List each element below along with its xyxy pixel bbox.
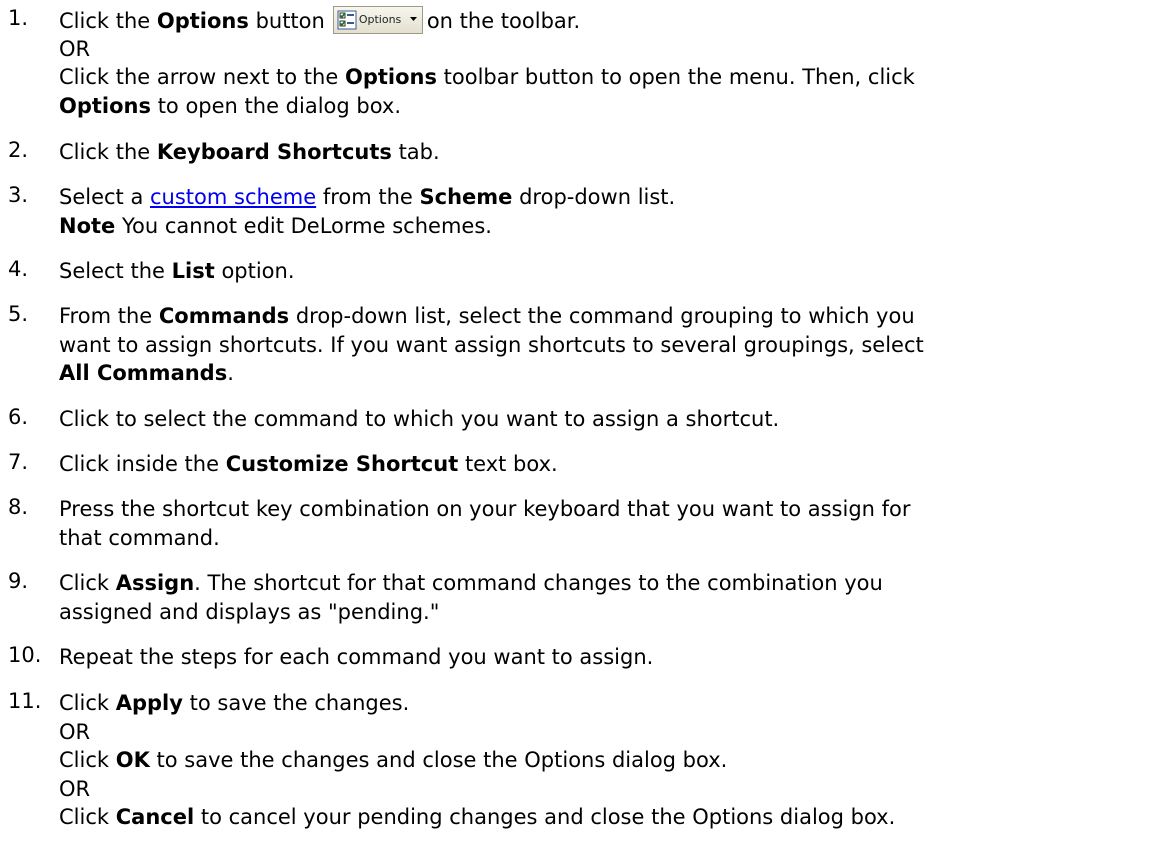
step-text: From the (59, 304, 153, 328)
dropdown-arrow-icon (409, 17, 417, 21)
apply-label: Apply (115, 691, 183, 715)
step-line: Click to select the command to which you… (59, 407, 780, 431)
step-number: 6. (8, 405, 29, 429)
scheme-label: Scheme (419, 185, 513, 209)
step-text: to open the dialog box. (157, 93, 402, 118)
step-text: Select the (59, 259, 165, 283)
step-number: 4. (8, 257, 29, 281)
step-text: on the toolbar. (426, 9, 581, 33)
or-text: OR (59, 776, 91, 801)
step-number: 9. (8, 569, 29, 593)
step-text: to cancel your pending changes and close… (200, 805, 896, 829)
options-button-label: Options (358, 13, 402, 26)
step-body: Click inside the Customize Shortcut text… (59, 450, 1159, 479)
step-text: Click (59, 691, 110, 715)
commands-label: Commands (158, 304, 290, 328)
step-body: Select a custom scheme from the Scheme d… (59, 183, 1159, 240)
step-text: text box. (464, 452, 558, 476)
step-line: All Commands. (59, 359, 1159, 388)
cancel-label: Cancel (115, 805, 195, 829)
step-number: 1. (8, 6, 29, 30)
step-text: Click the arrow next to the (59, 65, 339, 89)
step-line: Click the Options button Options on the to… (59, 6, 1159, 35)
step-body: Click Assign. The shortcut for that comm… (59, 569, 1159, 626)
options-toolbar-button[interactable]: Options (332, 6, 423, 34)
ok-label: OK (115, 748, 150, 772)
step-line: Select a custom scheme from the Scheme d… (59, 183, 1159, 212)
step-text: Click the (59, 140, 151, 164)
step-number: 11. (8, 689, 42, 713)
step-line: assigned and displays as "pending." (59, 599, 440, 624)
step-text: from the (322, 185, 413, 209)
all-commands-label: All Commands (59, 361, 228, 385)
options-label: Options (344, 65, 437, 89)
step-number: 10. (8, 643, 42, 667)
step-number: 8. (8, 495, 29, 519)
step-text: to save the changes. (189, 691, 410, 715)
step-body: Repeat the steps for each command you wa… (59, 643, 1159, 672)
step-line: Click Apply to save the changes. (59, 689, 1159, 718)
step-number: 2. (8, 138, 29, 162)
note-label: Note (59, 213, 116, 238)
step-line: Click Assign. The shortcut for that comm… (59, 569, 1159, 598)
step-text: drop-down list. (519, 185, 676, 209)
step-body: Click the Keyboard Shortcuts tab. (59, 138, 1159, 167)
or-text: OR (59, 719, 91, 744)
step-text: button (255, 9, 325, 33)
step-line: Click the Keyboard Shortcuts tab. (59, 138, 1159, 167)
step-text: drop-down list, select the command group… (295, 304, 915, 328)
step-body: Click to select the command to which you… (59, 405, 1159, 434)
step-line: Options to open the dialog box. (59, 92, 1159, 121)
step-text: to save the changes and close the Option… (156, 748, 728, 772)
options-label: Options (59, 93, 151, 118)
note-text: You cannot edit DeLorme schemes. (121, 213, 492, 238)
step-line: that command. (59, 525, 220, 550)
options-button-main[interactable]: Options (333, 7, 406, 33)
options-checklist-icon (337, 10, 357, 30)
step-number: 5. (8, 302, 29, 326)
step-line: Click inside the Customize Shortcut text… (59, 450, 1159, 479)
options-label: Options (156, 9, 249, 33)
step-text: option. (221, 259, 295, 283)
step-line: Click Cancel to cancel your pending chan… (59, 803, 1159, 832)
step-body: Press the shortcut key combination on yo… (59, 495, 1159, 552)
step-line: Click OK to save the changes and close t… (59, 746, 1159, 775)
step-line: Press the shortcut key combination on yo… (59, 497, 911, 521)
custom-scheme-link[interactable]: custom scheme (150, 185, 316, 209)
options-dropdown-toggle[interactable] (404, 7, 422, 33)
step-text: tab. (398, 140, 440, 164)
step-text: Click inside the (59, 452, 220, 476)
step-line: Select the List option. (59, 257, 1159, 286)
assign-label: Assign (115, 571, 195, 595)
step-text: Click (59, 805, 110, 829)
step-text: . The shortcut for that command changes … (194, 571, 883, 595)
step-body: From the Commands drop-down list, select… (59, 302, 1159, 388)
step-text: Select a (59, 185, 144, 209)
step-text: toolbar button to open the menu. Then, c… (443, 65, 915, 89)
step-text: Click the (59, 9, 151, 33)
or-text: OR (59, 36, 91, 61)
step-body: Click the Options button Options on the to… (59, 6, 1159, 120)
step-number: 7. (8, 450, 29, 474)
step-line: Repeat the steps for each command you wa… (59, 645, 654, 669)
note-line: Note You cannot edit DeLorme schemes. (59, 212, 1159, 241)
step-text: Click (59, 571, 110, 595)
step-body: Select the List option. (59, 257, 1159, 286)
step-text: . (227, 361, 234, 385)
list-label: List (171, 259, 215, 283)
customize-shortcut-label: Customize Shortcut (225, 452, 459, 476)
step-text: Click (59, 748, 110, 772)
step-number: 3. (8, 183, 29, 207)
step-line: From the Commands drop-down list, select… (59, 302, 1159, 331)
step-body: Click Apply to save the changes. OR Clic… (59, 689, 1159, 832)
keyboard-shortcuts-label: Keyboard Shortcuts (156, 140, 392, 164)
step-line: want to assign shortcuts. If you want as… (59, 332, 924, 357)
step-line: Click the arrow next to the Options tool… (59, 63, 1159, 92)
